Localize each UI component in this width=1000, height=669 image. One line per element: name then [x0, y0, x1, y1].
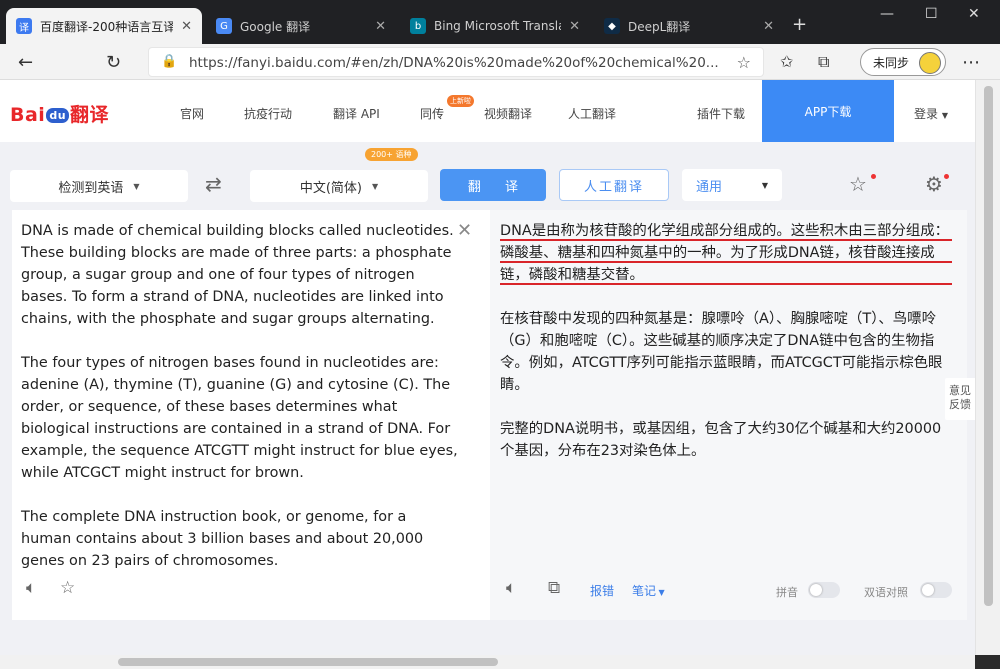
- add-favorite-icon[interactable]: ☆: [737, 53, 751, 72]
- target-paragraph: DNA是由称为核苷酸的化学组成部分组成的。这些积木由三部分组成：磷酸基、糖基和四…: [500, 220, 952, 286]
- domain-label: 通用: [696, 179, 723, 195]
- new-tab-icon[interactable]: +: [792, 14, 807, 35]
- logo-text: Bai: [10, 104, 46, 126]
- notes-label: 笔记: [632, 584, 657, 598]
- chevron-down-icon: ▼: [941, 111, 948, 120]
- url-field[interactable]: 🔒 https://fanyi.baidu.com/#en/zh/DNA%20i…: [148, 47, 764, 77]
- site-header: Bai du 翻译 官网 抗疫行动 翻译 API 同传 上新啦 视频翻译 人工翻译 …: [0, 80, 975, 142]
- window-close-icon[interactable]: ✕: [968, 6, 980, 22]
- languages-count-badge: 200+ 语种: [365, 148, 418, 161]
- maximize-icon[interactable]: ☐: [925, 6, 938, 22]
- collections-icon[interactable]: ⧉: [818, 52, 829, 72]
- source-panel[interactable]: DNA is made of chemical building blocks …: [12, 210, 490, 620]
- logo-paw: du: [46, 108, 70, 123]
- baidu-translate-favicon-icon: 译: [16, 18, 32, 34]
- target-panel: DNA是由称为核苷酸的化学组成部分组成的。这些积木由三部分组成：磷酸基、糖基和四…: [490, 210, 967, 620]
- bilingual-label: 双语对照: [864, 586, 908, 599]
- address-bar: ← ↻ 🔒 https://fanyi.baidu.com/#en/zh/DNA…: [0, 44, 1000, 80]
- logo-text: 翻译: [70, 104, 110, 126]
- new-badge: 上新啦: [447, 95, 474, 107]
- translate-button[interactable]: 翻 译: [440, 169, 546, 201]
- target-language-select[interactable]: 中文(简体) ▼: [250, 170, 428, 202]
- favorites-folder-icon[interactable]: ☆: [849, 172, 867, 196]
- pinyin-label: 拼音: [776, 586, 798, 599]
- avatar: [919, 52, 941, 74]
- translation-output: DNA是由称为核苷酸的化学组成部分组成的。这些积木由三部分组成：磷酸基、糖基和四…: [500, 220, 952, 484]
- notification-dot: [944, 174, 949, 179]
- chevron-down-icon: ▼: [761, 180, 768, 190]
- url-text: https://fanyi.baidu.com/#en/zh/DNA%20is%…: [189, 55, 719, 71]
- nav-anti-epidemic[interactable]: 抗疫行动: [244, 105, 292, 122]
- vertical-scrollbar[interactable]: [975, 80, 1000, 655]
- pinyin-toggle[interactable]: [808, 582, 840, 598]
- clear-input-icon[interactable]: ✕: [457, 220, 472, 241]
- close-tab-icon[interactable]: ✕: [569, 19, 580, 34]
- tab-bing-translator[interactable]: b Bing Microsoft Translator ✕: [400, 8, 590, 44]
- browser-tab-strip: 译 百度翻译-200种语言互译 ✕ G Google 翻译 ✕ b Bing M…: [0, 0, 1000, 44]
- sync-label: 未同步: [873, 55, 910, 70]
- target-language-label: 中文(简体): [299, 180, 362, 196]
- nav-translate-api[interactable]: 翻译 API: [333, 105, 380, 122]
- source-paragraph: The complete DNA instruction book, or ge…: [21, 509, 424, 569]
- bing-favicon-icon: b: [410, 18, 426, 34]
- tab-title: DeepL翻译: [628, 19, 691, 34]
- report-error-link[interactable]: 报错: [590, 582, 614, 599]
- source-language-label: 检测到英语: [58, 180, 124, 196]
- google-translate-favicon-icon: G: [216, 18, 232, 34]
- source-paragraph: DNA is made of chemical building blocks …: [21, 223, 454, 327]
- nav-video-translate[interactable]: 视频翻译: [484, 105, 532, 122]
- translation-area: DNA is made of chemical building blocks …: [0, 208, 975, 669]
- copy-icon[interactable]: ⧉: [548, 578, 560, 598]
- swap-languages-icon[interactable]: ⇄: [205, 172, 222, 196]
- profile-sync-button[interactable]: 未同步: [860, 48, 946, 76]
- notification-dot: [871, 174, 876, 179]
- tab-title: Google 翻译: [240, 19, 311, 34]
- tab-title: 百度翻译-200种语言互译: [40, 19, 174, 34]
- chevron-down-icon: ▼: [372, 181, 379, 191]
- speaker-icon[interactable]: 🔈︎: [26, 578, 36, 598]
- close-tab-icon[interactable]: ✕: [763, 19, 774, 34]
- chevron-down-icon: ▼: [133, 181, 140, 191]
- bilingual-toggle[interactable]: [920, 582, 952, 598]
- scrollbar-thumb[interactable]: [984, 86, 993, 606]
- chevron-down-icon: ▼: [656, 588, 665, 597]
- source-language-select[interactable]: 检测到英语 ▼: [10, 170, 188, 202]
- tab-baidu-translate[interactable]: 译 百度翻译-200种语言互译 ✕: [6, 8, 202, 44]
- lock-icon: 🔒: [161, 54, 178, 69]
- nav-simultaneous[interactable]: 同传: [420, 105, 444, 122]
- app-download-button[interactable]: APP下载: [762, 80, 894, 142]
- domain-select[interactable]: 通用 ▼: [682, 169, 782, 201]
- human-translate-button[interactable]: 人工翻译: [559, 169, 669, 201]
- nav-plugin-download[interactable]: 插件下载: [697, 105, 745, 122]
- horizontal-scrollbar[interactable]: [0, 655, 975, 669]
- deepl-favicon-icon: ◆: [604, 18, 620, 34]
- target-paragraph: 完整的DNA说明书，或基因组，包含了大约30亿个碱基和大约20000个基因，分布…: [500, 421, 942, 459]
- close-tab-icon[interactable]: ✕: [181, 19, 192, 34]
- source-textarea[interactable]: DNA is made of chemical building blocks …: [21, 220, 461, 572]
- login-link[interactable]: 登录 ▼: [914, 105, 948, 122]
- tab-title: Bing Microsoft Translator: [434, 19, 561, 33]
- settings-gear-icon[interactable]: ⚙: [925, 172, 943, 196]
- tab-deepl[interactable]: ◆ DeepL翻译 ✕: [594, 8, 784, 44]
- nav-human-translate[interactable]: 人工翻译: [568, 105, 616, 122]
- back-icon[interactable]: ←: [18, 52, 33, 73]
- source-paragraph: The four types of nitrogen bases found i…: [21, 355, 458, 481]
- favorites-icon[interactable]: ✩: [780, 52, 793, 71]
- more-menu-icon[interactable]: ⋯: [962, 52, 980, 73]
- login-label: 登录: [914, 107, 939, 121]
- translate-toolbar: 检测到英语 ▼ ⇄ 中文(简体) ▼ 200+ 语种 翻 译 人工翻译 通用 ▼ ☆ …: [0, 142, 975, 208]
- nav-official-site[interactable]: 官网: [180, 105, 204, 122]
- scrollbar-thumb[interactable]: [118, 658, 498, 666]
- target-paragraph: 在核苷酸中发现的四种氮基是：腺嘌呤（A）、胸腺嘧啶（T）、鸟嘌呤（G）和胞嘧啶（…: [500, 311, 943, 393]
- notes-dropdown[interactable]: 笔记 ▼: [632, 582, 665, 599]
- speaker-icon[interactable]: 🔈︎: [506, 578, 516, 598]
- minimize-icon[interactable]: —: [880, 6, 894, 22]
- baidu-translate-logo[interactable]: Bai du 翻译: [10, 100, 109, 127]
- reload-icon[interactable]: ↻: [106, 52, 121, 73]
- feedback-button[interactable]: 意见反馈: [945, 378, 975, 420]
- tab-google-translate[interactable]: G Google 翻译 ✕: [206, 8, 396, 44]
- star-icon[interactable]: ☆: [60, 578, 75, 598]
- close-tab-icon[interactable]: ✕: [375, 19, 386, 34]
